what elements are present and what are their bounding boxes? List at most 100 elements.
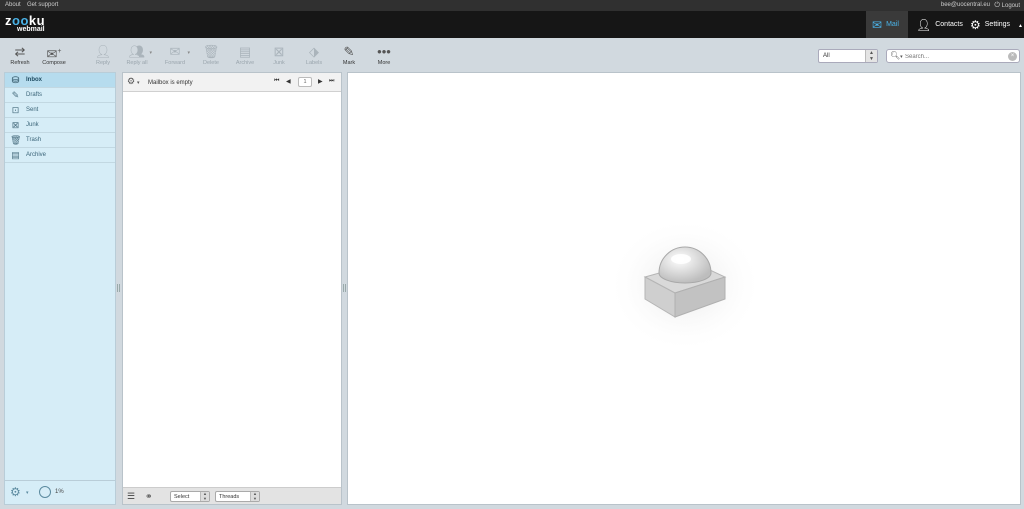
header-menu-caret-icon[interactable]: ▲ <box>1018 23 1023 29</box>
forward-label: Forward <box>164 60 186 66</box>
forward-dropdown-icon[interactable]: ▾ <box>187 50 190 56</box>
reply-all-label: Reply all <box>126 60 148 66</box>
next-page-icon[interactable]: ▶ <box>318 78 323 85</box>
clear-search-icon[interactable]: × <box>1008 52 1017 61</box>
threads-view-icon[interactable]: ⚭ <box>145 491 153 502</box>
junk-button[interactable]: ⊠ Junk <box>262 44 296 66</box>
page-number-input[interactable]: 1 <box>298 77 312 87</box>
logo-z: z <box>5 13 12 28</box>
select-dropdown[interactable]: Select ▲ ▼ <box>170 491 210 502</box>
search-box: 🔍︎▾ × <box>886 49 1020 63</box>
mailbox-status: Mailbox is empty <box>148 80 193 86</box>
threads-stepper-icon: ▲ ▼ <box>250 491 259 501</box>
refresh-button[interactable]: ⇄ Refresh <box>3 44 37 66</box>
list-options-gear-icon[interactable]: ⚙ <box>127 76 135 87</box>
watermark-logo-icon <box>607 217 763 353</box>
folder-label: Trash <box>26 137 42 143</box>
archive-label: Archive <box>235 60 255 66</box>
inbox-icon: ⛁ <box>11 75 20 85</box>
message-list: ⚙ ▾ Mailbox is empty ⏮ ◀ 1 ▶ ⏭ ☰ ⚭ Selec… <box>122 72 342 505</box>
logout-link[interactable]: ⏻ Logout <box>994 2 1020 10</box>
sent-icon: ⊡ <box>11 105 20 115</box>
folder-archive[interactable]: ▤ Archive <box>5 148 115 163</box>
folder-junk[interactable]: ⊠ Junk <box>5 118 115 133</box>
nav-mail-label: Mail <box>886 21 899 28</box>
archive-icon: ▤ <box>11 150 20 160</box>
folder-inbox[interactable]: ⛁ Inbox <box>5 73 115 88</box>
folder-splitter[interactable] <box>117 284 120 292</box>
filter-stepper-icon: ▲ ▼ <box>865 50 877 62</box>
last-page-icon[interactable]: ⏭ <box>329 78 334 85</box>
mark-label: Mark <box>342 60 356 66</box>
list-options-dropdown-icon[interactable]: ▾ <box>137 80 140 86</box>
quota-value: 1% <box>55 489 64 495</box>
nav-mail-tab[interactable]: ✉ Mail <box>866 11 908 38</box>
folder-pane: ⛁ Inbox ✎ Drafts ⊡ Sent ⊠ Junk 🗑︎ Trash … <box>4 72 116 505</box>
folder-sent[interactable]: ⊡ Sent <box>5 103 115 118</box>
app-header: zooku webmail ✉ Mail 👤︎ Contacts ⚙ Setti… <box>0 11 1024 38</box>
folder-label: Archive <box>26 152 47 158</box>
labels-button[interactable]: ⬗ Labels <box>297 44 331 66</box>
nav-settings-tab[interactable]: ⚙ Settings <box>964 11 1018 38</box>
list-view-icon[interactable]: ☰ <box>127 491 135 502</box>
folder-drafts[interactable]: ✎ Drafts <box>5 88 115 103</box>
folder-settings-gear-icon[interactable]: ⚙ <box>10 485 21 499</box>
filter-select[interactable]: All ▲ ▼ <box>818 49 878 63</box>
envelope-icon: ✉ <box>872 17 883 32</box>
junk-icon: ⊠ <box>11 120 20 130</box>
support-link[interactable]: Get support <box>27 2 58 8</box>
compose-label: Compose <box>42 60 66 66</box>
quota-pie-icon <box>39 486 51 498</box>
list-footer: ☰ ⚭ Select ▲ ▼ Threads ▲ ▼ <box>123 487 341 504</box>
mark-button[interactable]: ✎ Mark <box>332 44 366 66</box>
delete-label: Delete <box>203 60 219 66</box>
top-bar: About Get support bee@uocentral.eu ⏻ Log… <box>0 0 1024 11</box>
user-email: bee@uocentral.eu <box>940 2 990 8</box>
about-link[interactable]: About <box>5 2 21 8</box>
trash-can-icon: 🗑︎ <box>202 44 220 59</box>
archive-box-icon: ▤ <box>238 44 252 59</box>
refresh-label: Refresh <box>10 60 30 66</box>
folder-label: Drafts <box>26 92 43 98</box>
first-page-icon[interactable]: ⏮ <box>274 78 279 85</box>
prev-page-icon[interactable]: ◀ <box>286 78 291 85</box>
more-button[interactable]: ••• More <box>367 44 401 66</box>
folder-trash[interactable]: 🗑︎ Trash <box>5 133 115 148</box>
trash-icon: 🗑︎ <box>10 135 22 145</box>
compose-button[interactable]: ✉+ Compose <box>37 44 71 66</box>
power-icon: ⏻ <box>994 2 1000 9</box>
logout-label: Logout <box>1001 3 1020 9</box>
filter-value: All <box>823 53 830 59</box>
folder-footer: ⚙ ▾ 1% <box>5 480 115 504</box>
search-icon[interactable]: 🔍︎▾ <box>890 51 903 60</box>
mark-pen-icon: ✎ <box>343 44 355 59</box>
folder-label: Inbox <box>26 77 42 83</box>
pencil-icon: ✎ <box>11 90 20 100</box>
folder-label: Sent <box>26 107 39 113</box>
more-label: More <box>377 60 391 66</box>
toolbar: ⇄ Refresh ✉+ Compose 👤︎ Reply 👥︎ ▾ Reply… <box>0 38 1024 72</box>
refresh-arrows-icon: ⇄ <box>14 44 26 59</box>
tag-icon: ⬗ <box>309 44 319 59</box>
zooku-logo[interactable]: zooku webmail <box>5 13 45 33</box>
delete-button[interactable]: 🗑︎ Delete <box>194 44 228 66</box>
compose-envelope-icon: ✉+ <box>46 46 62 62</box>
reply-button[interactable]: 👤︎ Reply <box>86 44 120 66</box>
junk-icon: ⊠ <box>273 44 285 59</box>
reply-all-button[interactable]: 👥︎ ▾ Reply all <box>120 44 154 66</box>
threads-dropdown[interactable]: Threads ▲ ▼ <box>215 491 260 502</box>
gear-icon: ⚙ <box>970 17 981 32</box>
folder-settings-dropdown-icon[interactable]: ▾ <box>26 490 29 496</box>
forward-button[interactable]: ✉ ▾ Forward <box>158 44 192 66</box>
select-stepper-icon: ▲ ▼ <box>200 491 209 501</box>
nav-settings-label: Settings <box>984 21 1011 28</box>
search-input[interactable] <box>905 52 1005 61</box>
reply-all-dropdown-icon[interactable]: ▾ <box>149 50 152 56</box>
nav-contacts-tab[interactable]: 👤︎ Contacts <box>910 11 963 38</box>
folder-label: Junk <box>26 122 39 128</box>
person-icon: 👤︎ <box>916 17 932 32</box>
more-dots-icon: ••• <box>377 44 391 59</box>
reply-label: Reply <box>95 60 111 66</box>
list-splitter[interactable] <box>343 284 346 292</box>
archive-button[interactable]: ▤ Archive <box>228 44 262 66</box>
